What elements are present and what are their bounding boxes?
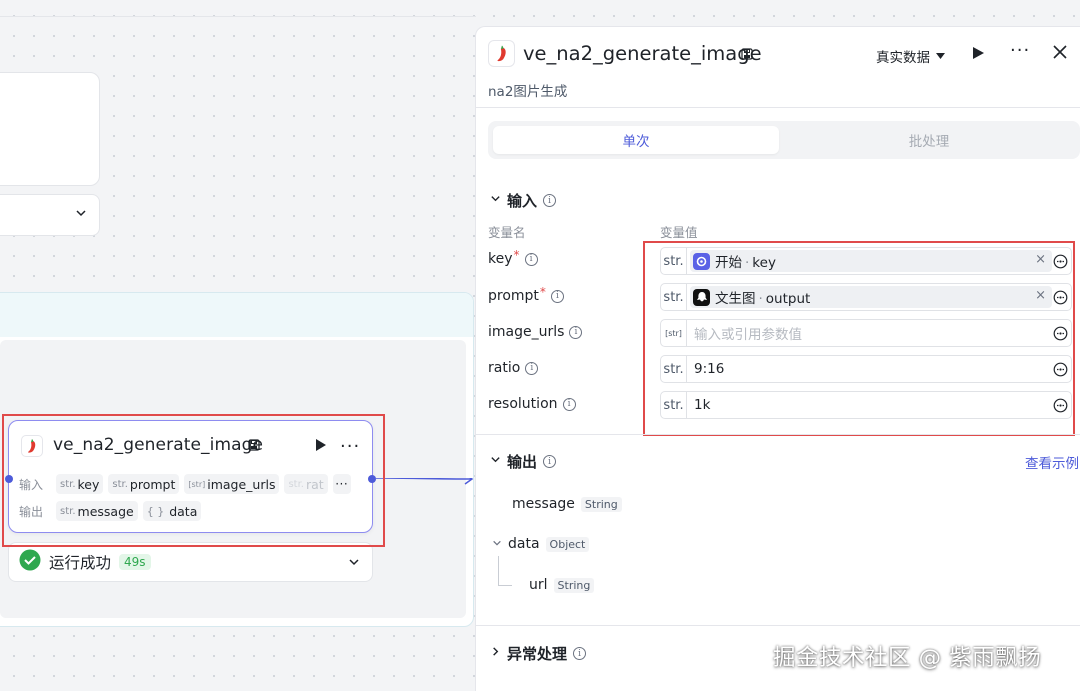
info-icon[interactable]: i	[543, 455, 557, 468]
canvas-node-card[interactable]	[0, 72, 100, 186]
chevron-down-icon	[490, 454, 501, 469]
panel-divider	[476, 107, 1080, 108]
col-header-value: 变量值	[660, 225, 698, 240]
tree-connector	[498, 585, 512, 586]
close-icon[interactable]	[1053, 45, 1067, 63]
var-label-prompt: prompt * i	[488, 285, 564, 304]
output-item-data[interactable]: data Object	[492, 536, 590, 552]
caret-down-icon	[936, 48, 945, 64]
input-section-header[interactable]: 输入 i	[490, 190, 557, 211]
info-icon[interactable]: i	[524, 252, 538, 266]
chevron-right-icon	[490, 646, 501, 661]
info-icon[interactable]: i	[562, 397, 576, 411]
check-circle-icon	[19, 549, 41, 575]
canvas-top-divider	[0, 16, 476, 17]
save-icon[interactable]	[741, 48, 753, 64]
panel-subtitle: na2图片生成	[488, 84, 568, 100]
chevron-down-icon	[75, 207, 87, 223]
play-icon[interactable]	[972, 46, 985, 64]
output-section-header[interactable]: 输出 i	[490, 451, 557, 472]
more-icon[interactable]: ···	[1010, 40, 1030, 61]
info-icon[interactable]: i	[550, 289, 564, 303]
canvas-node-dropdown[interactable]	[0, 194, 100, 236]
exception-section-header[interactable]: 异常处理 i	[490, 643, 587, 664]
run-mode-tabs: 单次 批处理	[488, 121, 1080, 159]
output-item-url: url String	[529, 577, 595, 593]
watermark: 掘金技术社区 @ 紫雨飘扬	[773, 645, 1042, 671]
type-tag: Object	[545, 536, 590, 552]
chevron-down-icon[interactable]	[348, 556, 360, 572]
loop-container-header	[0, 293, 473, 337]
output-item-message: message String	[512, 496, 622, 512]
chili-logo-icon	[488, 40, 515, 67]
see-example-link[interactable]: 查看示例	[1025, 452, 1079, 472]
var-label-ratio: ratio i	[488, 360, 539, 376]
data-mode-label: 真实数据	[876, 50, 930, 66]
node-connection-line	[376, 478, 474, 485]
type-tag: String	[580, 496, 622, 512]
tab-batch[interactable]: 批处理	[784, 126, 1074, 154]
panel-divider	[476, 434, 1080, 435]
data-mode-select[interactable]: 真实数据	[876, 46, 945, 66]
highlight-box-node	[2, 414, 385, 547]
info-icon[interactable]: i	[573, 647, 587, 660]
col-header-name: 变量名	[488, 225, 526, 240]
type-tag: String	[553, 577, 595, 593]
output-section-title: 输出	[507, 453, 538, 471]
tree-connector	[498, 556, 499, 586]
chevron-down-icon[interactable]	[492, 536, 502, 552]
panel-title: ve_na2_generate_image	[523, 42, 762, 65]
info-icon[interactable]: i	[569, 325, 583, 339]
var-label-image-urls: image_urls i	[488, 324, 583, 340]
run-status-text: 运行成功	[49, 554, 112, 572]
panel-divider	[476, 625, 1080, 626]
highlight-box-inputs	[643, 241, 1075, 436]
input-section-title: 输入	[507, 192, 538, 210]
var-label-key: key * i	[488, 248, 538, 267]
chevron-down-icon	[490, 193, 501, 208]
var-label-resolution: resolution i	[488, 396, 576, 412]
run-status-bar[interactable]: 运行成功 49s	[8, 542, 373, 582]
exception-section-title: 异常处理	[507, 645, 568, 663]
run-duration-badge: 49s	[119, 554, 151, 570]
info-icon[interactable]: i	[543, 194, 557, 207]
tab-single[interactable]: 单次	[493, 126, 779, 154]
info-icon[interactable]: i	[525, 361, 539, 375]
